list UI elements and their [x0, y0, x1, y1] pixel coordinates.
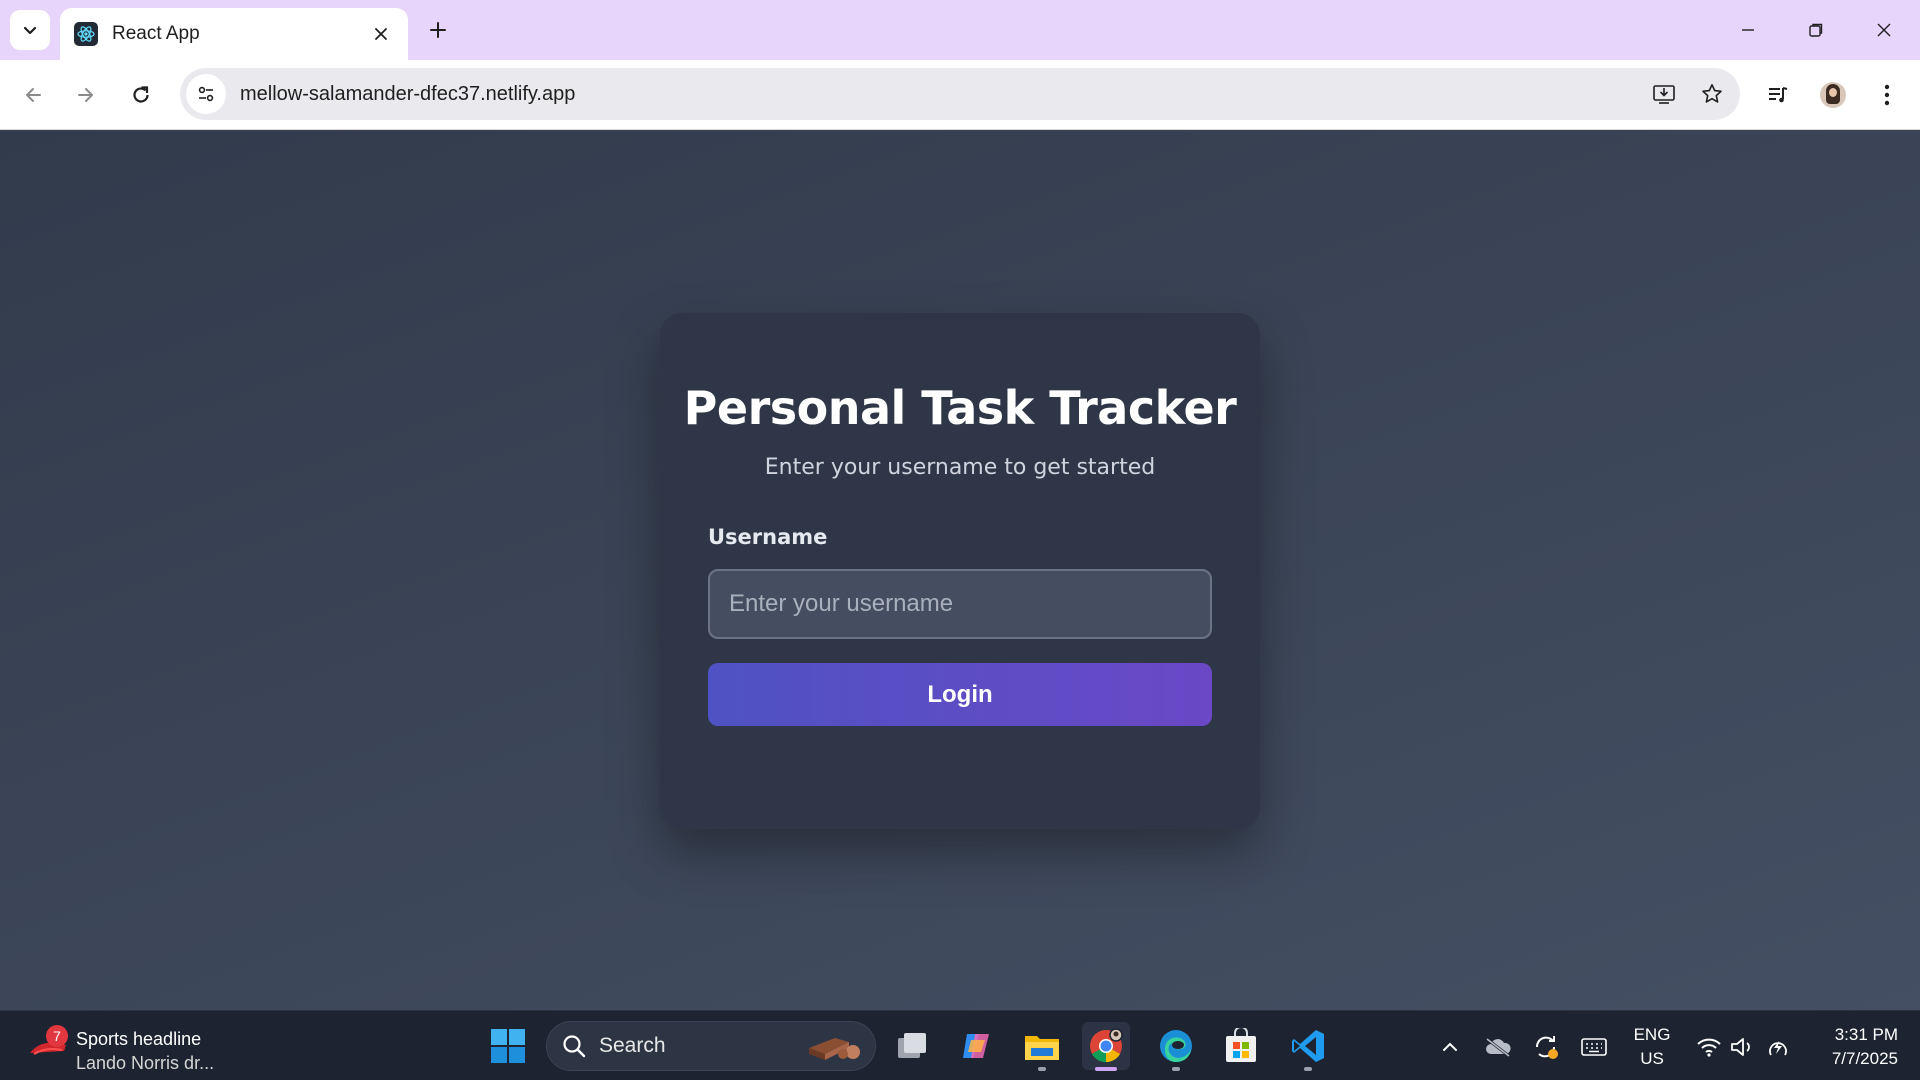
- speaker-icon: [1731, 1038, 1750, 1056]
- news-subtitle: Lando Norris dr...: [76, 1053, 215, 1073]
- cloud-off-icon: [1486, 1037, 1511, 1058]
- install-icon: [1653, 85, 1675, 104]
- forward-button[interactable]: [66, 75, 106, 115]
- minimize-button[interactable]: [1724, 12, 1772, 48]
- tab-close-button[interactable]: [368, 21, 394, 47]
- show-hidden-icons-button[interactable]: [1434, 1031, 1466, 1063]
- running-indicator: [1172, 1067, 1180, 1071]
- more-vertical-icon: [1884, 84, 1890, 106]
- battery-button[interactable]: [1762, 1031, 1794, 1063]
- address-bar[interactable]: mellow-salamander-dfec37.netlify.app: [180, 68, 1740, 120]
- microsoft-store-button[interactable]: [1217, 1022, 1265, 1070]
- system-clock[interactable]: 3:31 PM 7/7/2025: [1800, 1023, 1898, 1071]
- store-icon: [1226, 1028, 1256, 1062]
- page-subtitle: Enter your username to get started: [764, 455, 1156, 480]
- chrome-icon: [1090, 1028, 1123, 1063]
- username-input[interactable]: [708, 569, 1212, 639]
- reload-icon: [133, 86, 149, 103]
- install-app-button[interactable]: [1644, 74, 1684, 114]
- chevron-up-icon: [1443, 1042, 1457, 1051]
- running-indicator: [1038, 1067, 1046, 1071]
- playlist-music-icon: [1769, 87, 1788, 103]
- restore-button[interactable]: [1792, 12, 1840, 48]
- minimize-icon: [1742, 29, 1754, 31]
- news-title: Sports headline: [76, 1029, 202, 1049]
- avatar: [1820, 82, 1846, 108]
- volume-button[interactable]: [1726, 1031, 1758, 1063]
- close-window-button[interactable]: [1860, 12, 1908, 48]
- browser-toolbar: mellow-salamander-dfec37.netlify.app: [0, 60, 1920, 130]
- close-icon: [375, 28, 387, 40]
- copilot-button[interactable]: [953, 1022, 1001, 1070]
- language-indicator[interactable]: ENG US: [1620, 1023, 1684, 1071]
- taskbar: 7 Sports headline Lando Norris dr... Sea…: [0, 1010, 1920, 1080]
- close-icon: [1877, 23, 1891, 37]
- wifi-button[interactable]: [1693, 1031, 1725, 1063]
- edge-button[interactable]: [1152, 1022, 1200, 1071]
- search-label: Search: [599, 1034, 666, 1057]
- reload-button[interactable]: [121, 75, 161, 115]
- chrome-button[interactable]: [1082, 1022, 1130, 1071]
- task-view-button[interactable]: [888, 1022, 936, 1070]
- wifi-icon: [1697, 1038, 1721, 1057]
- media-controls-button[interactable]: [1758, 75, 1798, 115]
- login-button[interactable]: Login: [708, 663, 1212, 726]
- clock-time: 3:31 PM: [1834, 1025, 1898, 1044]
- running-indicator: [1304, 1067, 1312, 1071]
- language-code: ENG: [1633, 1025, 1671, 1044]
- browser-menu-button[interactable]: [1867, 75, 1907, 115]
- windows-logo-icon: [491, 1029, 525, 1063]
- browser-tab-strip: React App: [0, 0, 1920, 60]
- restore-icon: [1809, 23, 1823, 37]
- file-explorer-button[interactable]: [1018, 1022, 1066, 1071]
- vscode-icon: [1292, 1030, 1324, 1062]
- task-view-icon: [898, 1033, 926, 1058]
- edge-icon: [1160, 1030, 1192, 1062]
- profile-button[interactable]: [1813, 75, 1853, 115]
- news-badge: 7: [46, 1025, 68, 1047]
- vscode-button[interactable]: [1284, 1022, 1332, 1071]
- region-code: US: [1640, 1049, 1664, 1068]
- sync-tray-button[interactable]: [1530, 1031, 1562, 1063]
- folder-icon: [1025, 1036, 1059, 1060]
- site-info-button[interactable]: [186, 74, 226, 114]
- tab-search-button[interactable]: [10, 10, 50, 50]
- arrow-right-icon: [78, 88, 93, 102]
- login-card: Personal Task Tracker Enter your usernam…: [660, 313, 1260, 829]
- taskbar-search[interactable]: Search: [546, 1021, 876, 1071]
- browser-tab-active[interactable]: React App: [60, 8, 408, 60]
- clock-date: 7/7/2025: [1831, 1049, 1898, 1068]
- keyboard-icon: [1581, 1038, 1607, 1056]
- touch-keyboard-button[interactable]: [1578, 1031, 1610, 1063]
- page-background: Personal Task Tracker Enter your usernam…: [0, 131, 1920, 1010]
- back-button[interactable]: [13, 75, 53, 115]
- chocolate-icon: [809, 1038, 860, 1060]
- tune-icon: [198, 86, 214, 102]
- start-button[interactable]: [484, 1022, 532, 1070]
- chevron-down-icon: [23, 26, 37, 35]
- sync-icon: [1535, 1036, 1558, 1059]
- battery-charging-icon: [1769, 1041, 1787, 1056]
- username-label: Username: [708, 525, 828, 549]
- active-indicator: [1095, 1067, 1117, 1071]
- star-icon: [1702, 84, 1722, 103]
- bookmark-button[interactable]: [1692, 74, 1732, 114]
- arrow-left-icon: [26, 88, 41, 102]
- react-logo-icon: [74, 22, 98, 46]
- news-widget[interactable]: 7 Sports headline Lando Norris dr...: [26, 1021, 226, 1073]
- new-tab-button[interactable]: [422, 14, 454, 46]
- onedrive-tray-button[interactable]: [1482, 1031, 1514, 1063]
- copilot-icon: [963, 1034, 989, 1058]
- tab-title: React App: [112, 23, 200, 44]
- plus-icon: [430, 22, 446, 38]
- page-title: Personal Task Tracker: [683, 381, 1237, 435]
- search-icon: [563, 1035, 586, 1058]
- url-text[interactable]: mellow-salamander-dfec37.netlify.app: [240, 83, 1644, 106]
